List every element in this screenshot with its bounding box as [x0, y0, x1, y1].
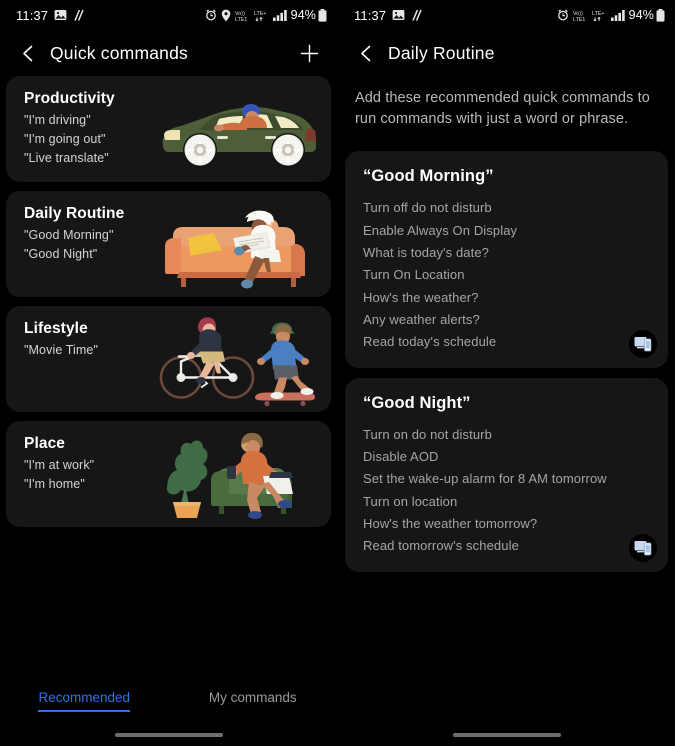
armchair-illustration [145, 421, 325, 527]
signal-icon [610, 9, 625, 21]
photo-icon [54, 9, 67, 21]
category-card-daily-routine[interactable]: Daily Routine "Good Morning" "Good Night… [6, 191, 331, 297]
back-button[interactable] [14, 39, 42, 67]
category-card-place[interactable]: Place "I'm at work" "I'm home" [6, 421, 331, 527]
bottom-tab-bar: Recommended My commands [0, 690, 337, 712]
no-sound-icon [73, 9, 85, 22]
card-phrase: "Good Night" [24, 247, 98, 261]
command-item: Enable Always On Display [363, 222, 518, 238]
svg-text:LTE+: LTE+ [592, 11, 605, 17]
card-title: Lifestyle [24, 320, 88, 337]
app-bar-left: Quick commands [0, 30, 337, 76]
card-phrase: "Good Morning" [24, 228, 114, 242]
status-bar-left-group: 11:37 [354, 8, 423, 23]
bike-skate-illustration [145, 306, 325, 412]
command-item: Set the wake-up alarm for 8 AM tomorrow [363, 471, 607, 487]
alarm-icon [205, 9, 217, 21]
command-item: Any weather alerts? [363, 311, 480, 327]
battery-percent: 94% [290, 8, 316, 22]
lte-plus-icon: LTE+ [254, 9, 269, 22]
tab-recommended-label: Recommended [38, 690, 131, 712]
signal-icon [272, 9, 287, 21]
intro-description: Add these recommended quick commands to … [355, 90, 650, 127]
category-card-lifestyle[interactable]: Lifestyle "Movie Time" [6, 306, 331, 412]
add-command-button[interactable] [295, 39, 323, 67]
command-category-list: Productivity "I'm driving" "I'm going ou… [0, 76, 337, 527]
command-item: Read tomorrow's schedule [363, 538, 519, 554]
car-illustration [145, 76, 325, 182]
no-sound-icon [411, 9, 423, 22]
battery-percent: 94% [628, 8, 654, 22]
category-card-productivity[interactable]: Productivity "I'm driving" "I'm going ou… [6, 76, 331, 182]
card-text-block: Place "I'm at work" "I'm home" [24, 435, 94, 491]
card-text-block: Productivity "I'm driving" "I'm going ou… [24, 90, 115, 165]
battery-indicator: 94% [629, 8, 665, 22]
gesture-home-bar-right[interactable] [452, 733, 561, 737]
command-item: Turn off do not disturb [363, 200, 492, 216]
card-phrase: "I'm going out" [24, 132, 106, 146]
card-title: Place [24, 435, 66, 452]
photo-icon [392, 9, 405, 21]
volte-icon: Vo)) LTE1 [573, 9, 588, 23]
devices-icon [634, 541, 651, 556]
alarm-icon [557, 9, 569, 21]
page-title: Quick commands [50, 42, 188, 63]
screen-daily-routine-detail: 11:37 Vo)) LTE1 LTE+ 94% Daily Routine A… [337, 0, 675, 746]
command-item: Read today's schedule [363, 334, 497, 350]
status-time: 11:37 [16, 7, 49, 23]
status-bar-right-group: Vo)) LTE1 LTE+ 94% [557, 8, 665, 23]
status-bar-right: 11:37 Vo)) LTE1 LTE+ 94% [338, 0, 675, 30]
group-title: “Good Morning” [363, 167, 494, 186]
command-groups: “Good Morning” Turn off do not disturb E… [338, 151, 675, 572]
svg-text:LTE+: LTE+ [254, 11, 267, 17]
page-title: Daily Routine [388, 42, 495, 63]
status-time: 11:37 [354, 7, 387, 23]
location-icon [221, 9, 231, 22]
card-title: Daily Routine [24, 205, 125, 222]
command-item: How's the weather? [363, 289, 479, 305]
gesture-home-bar-left[interactable] [114, 733, 223, 737]
status-bar-left-group: 11:37 [16, 8, 85, 23]
volte-icon: Vo)) LTE1 [235, 9, 250, 23]
devices-icon-button[interactable] [629, 329, 657, 358]
tab-my-commands[interactable]: My commands [169, 690, 338, 712]
card-phrase: "Live translate" [24, 151, 109, 165]
command-group-good-night: “Good Night” Turn on do not disturb Disa… [345, 377, 668, 572]
card-phrase: "I'm driving" [24, 113, 91, 127]
dual-screenshot: 11:37 Vo)) LTE1 LTE+ 94% Quick commands … [0, 0, 675, 746]
screen-quick-commands: 11:37 Vo)) LTE1 LTE+ 94% Quick commands … [0, 0, 337, 746]
battery-indicator: 94% [291, 8, 327, 22]
card-phrase: "I'm home" [24, 477, 85, 491]
status-bar-left: 11:37 Vo)) LTE1 LTE+ 94% [0, 0, 337, 30]
card-text-block: Daily Routine "Good Morning" "Good Night… [24, 205, 124, 261]
command-item: Turn On Location [363, 267, 465, 283]
lte-plus-icon: LTE+ [592, 9, 607, 22]
command-item: Turn on location [363, 493, 458, 509]
command-item: How's the weather tomorrow? [363, 516, 538, 532]
tab-recommended[interactable]: Recommended [0, 690, 169, 712]
status-bar-right-group: Vo)) LTE1 LTE+ 94% [205, 8, 327, 23]
svg-text:LTE1: LTE1 [573, 17, 585, 22]
card-phrase: "Movie Time" [24, 343, 98, 357]
couch-illustration [145, 191, 325, 297]
card-text-block: Lifestyle "Movie Time" [24, 320, 98, 357]
tab-my-commands-label: My commands [208, 690, 297, 705]
svg-text:LTE1: LTE1 [235, 17, 247, 22]
command-group-good-morning: “Good Morning” Turn off do not disturb E… [345, 151, 668, 368]
card-title: Productivity [24, 90, 115, 107]
group-title: “Good Night” [363, 393, 471, 412]
app-bar-right: Daily Routine [338, 30, 675, 76]
command-item: What is today's date? [363, 244, 489, 260]
command-item: Disable AOD [363, 449, 439, 465]
devices-icon-button[interactable] [629, 533, 657, 562]
back-button[interactable] [352, 39, 380, 67]
card-phrase: "I'm at work" [24, 458, 95, 472]
devices-icon [634, 337, 651, 352]
command-item: Turn on do not disturb [363, 426, 492, 442]
